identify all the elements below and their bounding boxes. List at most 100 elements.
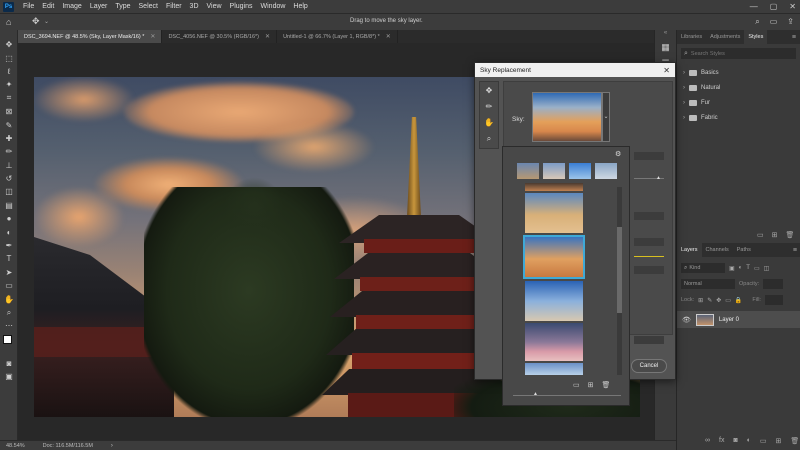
minimize-icon[interactable]: — xyxy=(750,2,758,11)
menu-file[interactable]: File xyxy=(19,3,38,10)
move-tool-icon[interactable]: ✥ xyxy=(32,16,40,27)
link-layers-icon[interactable]: ∞ xyxy=(705,437,710,445)
menu-filter[interactable]: Filter xyxy=(162,3,186,10)
menu-type[interactable]: Type xyxy=(111,3,134,10)
status-menu-icon[interactable]: › xyxy=(111,443,113,449)
sky-preset-thumbnail[interactable] xyxy=(525,281,583,321)
healing-brush-icon[interactable]: ✚ xyxy=(0,132,18,145)
tab-libraries[interactable]: Libraries xyxy=(677,30,706,44)
close-window-icon[interactable]: ✕ xyxy=(789,2,796,11)
sky-group-thumbnail[interactable] xyxy=(543,163,565,179)
menu-help[interactable]: Help xyxy=(289,3,311,10)
sky-dropdown-chevron-icon[interactable]: ⌄ xyxy=(602,92,610,142)
tab-paths[interactable]: Paths xyxy=(733,243,755,257)
close-icon[interactable]: ✕ xyxy=(663,66,670,75)
scrollbar-thumb[interactable] xyxy=(617,227,622,313)
new-group-icon[interactable]: ▭ xyxy=(573,381,580,389)
marquee-tool-icon[interactable]: ⬚ xyxy=(0,51,18,64)
lasso-tool-icon[interactable]: ℓ xyxy=(0,65,18,78)
zoom-level[interactable]: 48.54% xyxy=(6,443,25,449)
blur-tool-icon[interactable]: ● xyxy=(0,212,18,225)
dodge-tool-icon[interactable]: ◐ xyxy=(0,225,18,238)
type-tool-icon[interactable]: T xyxy=(0,252,18,265)
layer-row[interactable]: 👁 Layer 0 xyxy=(677,311,800,328)
eraser-icon[interactable]: ◫ xyxy=(0,185,18,198)
menu-layer[interactable]: Layer xyxy=(86,3,112,10)
workspace-icon[interactable]: ▭ xyxy=(770,17,778,27)
move-tool-icon[interactable]: ✥ xyxy=(0,38,18,51)
adjustment-layer-icon[interactable]: ◐ xyxy=(747,437,751,445)
share-icon[interactable]: ⇪ xyxy=(787,17,794,27)
hand-tool-icon[interactable]: ✋ xyxy=(0,292,18,305)
tab-adjustments[interactable]: Adjustments xyxy=(706,30,744,44)
cancel-button[interactable]: Cancel xyxy=(631,359,667,373)
tab-layers[interactable]: Layers xyxy=(677,243,702,257)
color-adjust-slider[interactable] xyxy=(634,256,664,257)
menu-select[interactable]: Select xyxy=(135,3,162,10)
sky-preset-thumbnail-selected[interactable] xyxy=(523,235,585,279)
dialog-titlebar[interactable]: Sky Replacement ✕ xyxy=(475,63,675,77)
new-group-icon[interactable]: ▭ xyxy=(760,437,767,445)
tab-channels[interactable]: Channels xyxy=(702,243,733,257)
gradient-icon[interactable]: ▤ xyxy=(0,199,18,212)
delete-layer-icon[interactable]: 🗑 xyxy=(790,437,799,445)
photoshop-logo[interactable]: Ps xyxy=(3,1,14,12)
delete-icon[interactable]: 🗑 xyxy=(602,381,611,389)
menu-edit[interactable]: Edit xyxy=(38,3,58,10)
lock-image-icon[interactable]: ✎ xyxy=(707,297,712,304)
style-group-natural[interactable]: › Natural xyxy=(677,80,800,95)
screen-mode-icon[interactable]: ▣ xyxy=(0,370,18,383)
visibility-eye-icon[interactable]: 👁 xyxy=(682,316,691,324)
tab-untitled-1[interactable]: Untitled-1 @ 66.7% (Layer 1, RGB/8*) * ✕ xyxy=(277,30,398,43)
menu-image[interactable]: Image xyxy=(58,3,85,10)
lock-position-icon[interactable]: ✥ xyxy=(716,297,721,304)
zoom-tool-icon[interactable]: ⌕ xyxy=(0,306,18,319)
new-layer-icon[interactable]: ⊞ xyxy=(776,437,782,445)
more-tools-icon[interactable]: ⋯ xyxy=(0,319,18,332)
sky-preset-thumbnail[interactable] xyxy=(525,193,583,233)
slider-thumb[interactable]: ▲ xyxy=(656,175,661,181)
style-group-basics[interactable]: › Basics xyxy=(677,65,800,80)
lock-pixels-icon[interactable]: ⊞ xyxy=(698,297,703,304)
filter-adjustment-icon[interactable]: ◐ xyxy=(739,265,743,271)
delete-icon[interactable]: 🗑 xyxy=(786,231,795,239)
close-icon[interactable]: ✕ xyxy=(150,33,155,40)
shape-tool-icon[interactable]: ▭ xyxy=(0,279,18,292)
sky-group-thumbnail[interactable] xyxy=(595,163,617,179)
collapse-icon[interactable]: « xyxy=(655,30,676,42)
close-icon[interactable]: ✕ xyxy=(265,33,270,40)
move-tool-icon[interactable]: ✥ xyxy=(486,86,493,95)
eyedropper-icon[interactable]: ✎ xyxy=(0,118,18,131)
frame-tool-icon[interactable]: ⊠ xyxy=(0,105,18,118)
color-swatches[interactable] xyxy=(0,333,17,357)
setting-field[interactable] xyxy=(634,212,664,220)
tab-dsc-4056[interactable]: DSC_4056.NEF @ 30.5% (RGB/16*) ✕ xyxy=(162,30,278,43)
add-mask-icon[interactable]: ◙ xyxy=(733,437,737,445)
foreground-color-swatch[interactable] xyxy=(3,334,12,344)
new-style-icon[interactable]: ⊞ xyxy=(772,231,778,239)
fill-field[interactable] xyxy=(764,295,783,305)
layer-style-icon[interactable]: fx xyxy=(719,437,724,445)
panel-menu-icon[interactable]: ≡ xyxy=(792,34,800,41)
home-icon[interactable]: ⌂ xyxy=(6,17,11,27)
zoom-tool-icon[interactable]: ⌕ xyxy=(487,134,491,144)
filter-type-icon[interactable]: T xyxy=(746,265,750,271)
filter-pixel-icon[interactable]: ▣ xyxy=(729,265,735,272)
hand-tool-icon[interactable]: ✋ xyxy=(484,118,494,127)
add-sky-icon[interactable]: ⊞ xyxy=(588,381,594,389)
filter-shape-icon[interactable]: ▭ xyxy=(754,265,760,272)
sky-preview-thumbnail[interactable] xyxy=(532,92,602,142)
magic-wand-icon[interactable]: ✦ xyxy=(0,78,18,91)
chevron-down-icon[interactable]: ⌄ xyxy=(44,18,49,25)
sky-preset-thumbnail[interactable] xyxy=(525,183,583,191)
sky-group-thumbnail[interactable] xyxy=(517,163,539,179)
menu-view[interactable]: View xyxy=(203,3,226,10)
lock-all-icon[interactable]: 🔒 xyxy=(735,297,742,304)
close-icon[interactable]: ✕ xyxy=(386,33,391,40)
search-styles-input[interactable]: ⌕ Search Styles xyxy=(681,48,796,59)
sky-preset-thumbnail[interactable] xyxy=(525,323,583,361)
path-selection-icon[interactable]: ➤ xyxy=(0,266,18,279)
style-group-fabric[interactable]: › Fabric xyxy=(677,110,800,125)
clone-stamp-icon[interactable]: ⊥ xyxy=(0,159,18,172)
lock-artboard-icon[interactable]: ▭ xyxy=(725,297,731,304)
